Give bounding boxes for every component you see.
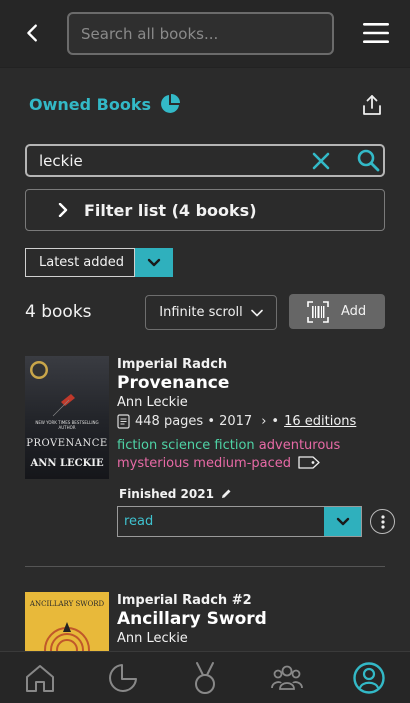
book-tags: fiction science fiction adventurous myst… xyxy=(117,437,387,473)
book-info: Imperial Radch Provenance Ann Leckie 448… xyxy=(117,356,387,473)
tag-mood[interactable]: adventurous xyxy=(259,438,341,453)
editions-link[interactable]: 16 editions xyxy=(284,414,356,429)
share-icon[interactable] xyxy=(361,93,383,117)
document-icon xyxy=(117,414,130,429)
tag-edit-icon[interactable] xyxy=(298,456,320,469)
book-pages-year: 448 pages • 2017 xyxy=(135,414,253,429)
sort-select[interactable]: Latest added xyxy=(25,248,173,277)
finished-label: Finished 2021 xyxy=(119,487,214,501)
search-icon[interactable] xyxy=(356,148,380,172)
medal-icon xyxy=(195,662,215,694)
read-status-value[interactable]: read xyxy=(118,507,324,536)
book-cover[interactable]: ANCILLARY SWORD xyxy=(25,592,109,654)
book-count: 4 books xyxy=(25,302,92,322)
book-meta: 448 pages • 2017 › • 16 editions xyxy=(117,414,387,429)
chevron-down-icon xyxy=(147,258,161,266)
filter-search-value[interactable]: leckie xyxy=(39,152,83,170)
book-series[interactable]: Imperial Radch #2 xyxy=(117,593,387,608)
chevron-right-icon: › xyxy=(261,414,267,429)
page-title: Owned Books xyxy=(29,93,181,115)
more-vertical-icon xyxy=(380,514,385,529)
home-icon xyxy=(26,665,54,692)
status-dropdown-button[interactable] xyxy=(324,507,361,536)
sort-selected-value[interactable]: Latest added xyxy=(25,248,135,277)
book-series[interactable]: Imperial Radch xyxy=(117,357,387,372)
page-title-label: Owned Books xyxy=(29,94,151,114)
nav-stats[interactable] xyxy=(105,660,141,696)
nav-home[interactable] xyxy=(22,660,58,696)
read-status-select[interactable]: read xyxy=(117,506,362,537)
tag-genre[interactable]: fiction science fiction xyxy=(117,438,255,453)
chevron-down-icon xyxy=(336,517,349,525)
book-title[interactable]: Ancillary Sword xyxy=(117,609,387,629)
bottom-navigation xyxy=(0,651,410,703)
nav-profile[interactable] xyxy=(351,660,387,696)
stats-icon xyxy=(109,664,137,692)
book-author[interactable]: Ann Leckie xyxy=(117,395,387,410)
nav-challenges[interactable] xyxy=(187,660,223,696)
nav-community[interactable] xyxy=(269,660,305,696)
divider xyxy=(25,566,385,567)
add-book-button[interactable]: Add xyxy=(289,294,385,329)
scroll-mode-select[interactable]: Infinite scroll xyxy=(145,295,277,330)
profile-icon xyxy=(353,662,385,694)
tag-mood[interactable]: mysterious medium-paced xyxy=(117,456,291,471)
bullet-separator: • xyxy=(271,414,280,429)
top-bar xyxy=(0,0,410,67)
cover-title: ANCILLARY SWORD xyxy=(29,600,105,608)
add-button-label: Add xyxy=(341,304,367,319)
book-cover[interactable]: NEW YORK TIMES BESTSELLING AUTHOR PROVEN… xyxy=(25,356,109,479)
hamburger-menu-icon[interactable] xyxy=(362,21,390,45)
barcode-scan-icon xyxy=(307,300,329,323)
chevron-down-icon xyxy=(250,309,263,316)
community-icon xyxy=(271,665,303,690)
global-search-field[interactable] xyxy=(67,12,334,55)
cover-title: PROVENANCE xyxy=(26,438,108,449)
cover-author: ANN LECKIE xyxy=(30,458,104,469)
book-title[interactable]: Provenance xyxy=(117,373,387,393)
scroll-mode-value: Infinite scroll xyxy=(159,305,243,320)
book-info: Imperial Radch #2 Ancillary Sword Ann Le… xyxy=(117,592,387,646)
finished-date[interactable]: Finished 2021 xyxy=(119,487,232,501)
pencil-icon[interactable] xyxy=(220,488,232,500)
book-author[interactable]: Ann Leckie xyxy=(117,631,387,646)
sort-dropdown-button[interactable] xyxy=(135,248,173,277)
more-options-button[interactable] xyxy=(370,509,395,534)
chevron-right-icon xyxy=(58,203,68,217)
filter-list-toggle[interactable]: Filter list (4 books) xyxy=(25,189,385,231)
global-search-input[interactable] xyxy=(81,24,320,43)
back-arrow-icon[interactable] xyxy=(22,22,44,44)
cover-blurb: NEW YORK TIMES BESTSELLING AUTHOR xyxy=(35,420,99,430)
clear-icon[interactable] xyxy=(310,150,332,172)
pie-chart-icon[interactable] xyxy=(159,93,181,115)
filter-list-label: Filter list (4 books) xyxy=(84,200,257,220)
